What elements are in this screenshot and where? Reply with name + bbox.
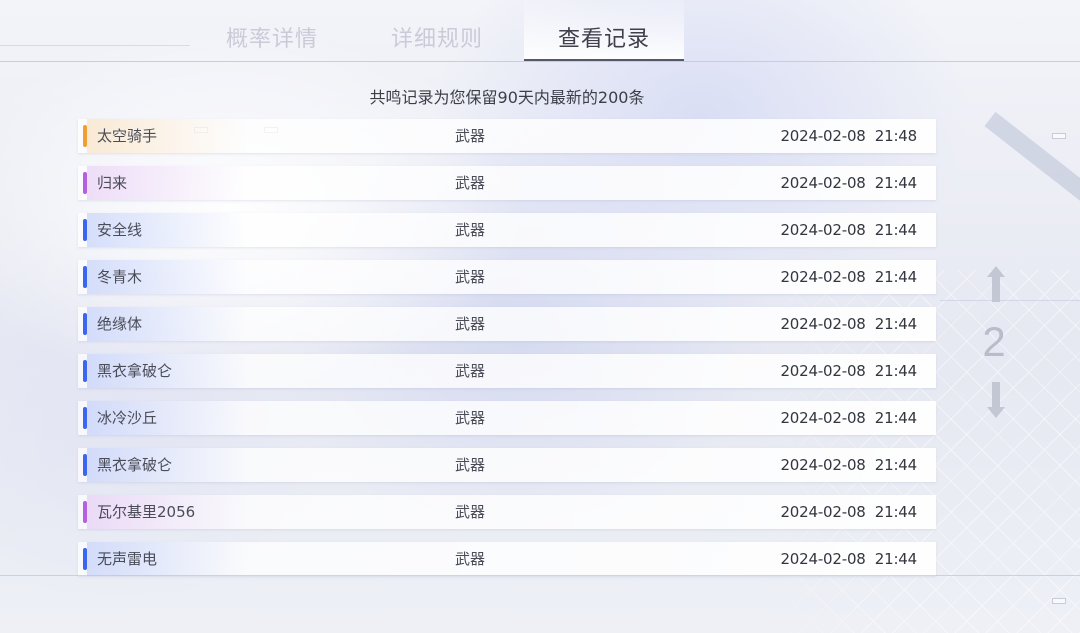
record-timestamp: 2024-02-08 21:44 bbox=[780, 362, 917, 380]
record-timestamp: 2024-02-08 21:44 bbox=[780, 456, 917, 474]
record-item-name: 黑衣拿破仑 bbox=[97, 456, 173, 474]
record-item-name: 归来 bbox=[97, 174, 128, 192]
page-number: 2 bbox=[982, 318, 1006, 365]
record-item-type: 武器 bbox=[455, 221, 486, 239]
rarity-indicator bbox=[83, 501, 87, 523]
tab-probability-details[interactable]: 概率详情 bbox=[192, 18, 352, 62]
tab-bar: 概率详情 详细规则 查看记录 bbox=[0, 0, 1080, 62]
record-item-name: 安全线 bbox=[97, 221, 143, 239]
rarity-indicator bbox=[83, 266, 87, 288]
tab-view-records[interactable]: 查看记录 bbox=[524, 0, 684, 62]
record-timestamp: 2024-02-08 21:44 bbox=[780, 503, 917, 521]
record-timestamp: 2024-02-08 21:48 bbox=[780, 127, 917, 145]
record-timestamp: 2024-02-08 21:44 bbox=[780, 409, 917, 427]
background-line bbox=[940, 300, 1080, 301]
record-item-type: 武器 bbox=[455, 174, 486, 192]
record-item-name: 太空骑手 bbox=[97, 127, 158, 145]
record-item-name: 黑衣拿破仑 bbox=[97, 362, 173, 380]
record-row: 瓦尔基里2056 武器 2024-02-08 21:44 bbox=[78, 495, 936, 529]
decorative-dash bbox=[1052, 133, 1066, 139]
record-item-type: 武器 bbox=[455, 315, 486, 333]
record-timestamp: 2024-02-08 21:44 bbox=[780, 315, 917, 333]
record-item-name: 绝缘体 bbox=[97, 315, 143, 333]
record-item-type: 武器 bbox=[455, 409, 486, 427]
record-item-type: 武器 bbox=[455, 362, 486, 380]
page-down-button[interactable] bbox=[986, 380, 1006, 420]
arrow-up-icon bbox=[987, 266, 1005, 302]
record-item-name: 无声雷电 bbox=[97, 550, 158, 568]
rarity-indicator bbox=[83, 313, 87, 335]
rarity-indicator bbox=[83, 172, 87, 194]
page-up-button[interactable] bbox=[986, 264, 1006, 304]
rarity-indicator bbox=[83, 125, 87, 147]
record-row: 安全线 武器 2024-02-08 21:44 bbox=[78, 213, 936, 247]
rarity-indicator bbox=[83, 454, 87, 476]
tab-divider bbox=[0, 61, 1080, 62]
rarity-indicator bbox=[83, 219, 87, 241]
record-item-name: 冬青木 bbox=[97, 268, 143, 286]
record-row: 绝缘体 武器 2024-02-08 21:44 bbox=[78, 307, 936, 341]
record-row: 太空骑手 武器 2024-02-08 21:48 bbox=[78, 119, 936, 153]
rarity-indicator bbox=[83, 360, 87, 382]
record-timestamp: 2024-02-08 21:44 bbox=[780, 550, 917, 568]
retention-notice: 共鸣记录为您保留90天内最新的200条 bbox=[369, 88, 645, 107]
decorative-dash bbox=[1052, 598, 1066, 604]
record-timestamp: 2024-02-08 21:44 bbox=[780, 174, 917, 192]
record-row: 黑衣拿破仑 武器 2024-02-08 21:44 bbox=[78, 448, 936, 482]
record-timestamp: 2024-02-08 21:44 bbox=[780, 221, 917, 239]
rarity-indicator bbox=[83, 548, 87, 570]
record-item-name: 瓦尔基里2056 bbox=[97, 503, 196, 521]
list-bottom-divider bbox=[0, 575, 1080, 576]
record-row: 冬青木 武器 2024-02-08 21:44 bbox=[78, 260, 936, 294]
record-list: 太空骑手 武器 2024-02-08 21:48 归来 武器 2024-02-08 21:… bbox=[78, 119, 936, 589]
record-row: 无声雷电 武器 2024-02-08 21:44 bbox=[78, 542, 936, 576]
record-item-type: 武器 bbox=[455, 127, 486, 145]
record-item-name: 冰冷沙丘 bbox=[97, 409, 158, 427]
arrow-down-icon bbox=[987, 382, 1005, 418]
record-timestamp: 2024-02-08 21:44 bbox=[780, 268, 917, 286]
record-row: 黑衣拿破仑 武器 2024-02-08 21:44 bbox=[78, 354, 936, 388]
record-row: 归来 武器 2024-02-08 21:44 bbox=[78, 166, 936, 200]
rarity-indicator bbox=[83, 407, 87, 429]
record-item-type: 武器 bbox=[455, 503, 486, 521]
record-row: 冰冷沙丘 武器 2024-02-08 21:44 bbox=[78, 401, 936, 435]
record-item-type: 武器 bbox=[455, 550, 486, 568]
record-item-type: 武器 bbox=[455, 456, 486, 474]
record-item-type: 武器 bbox=[455, 268, 486, 286]
tab-detailed-rules[interactable]: 详细规则 bbox=[357, 18, 517, 62]
